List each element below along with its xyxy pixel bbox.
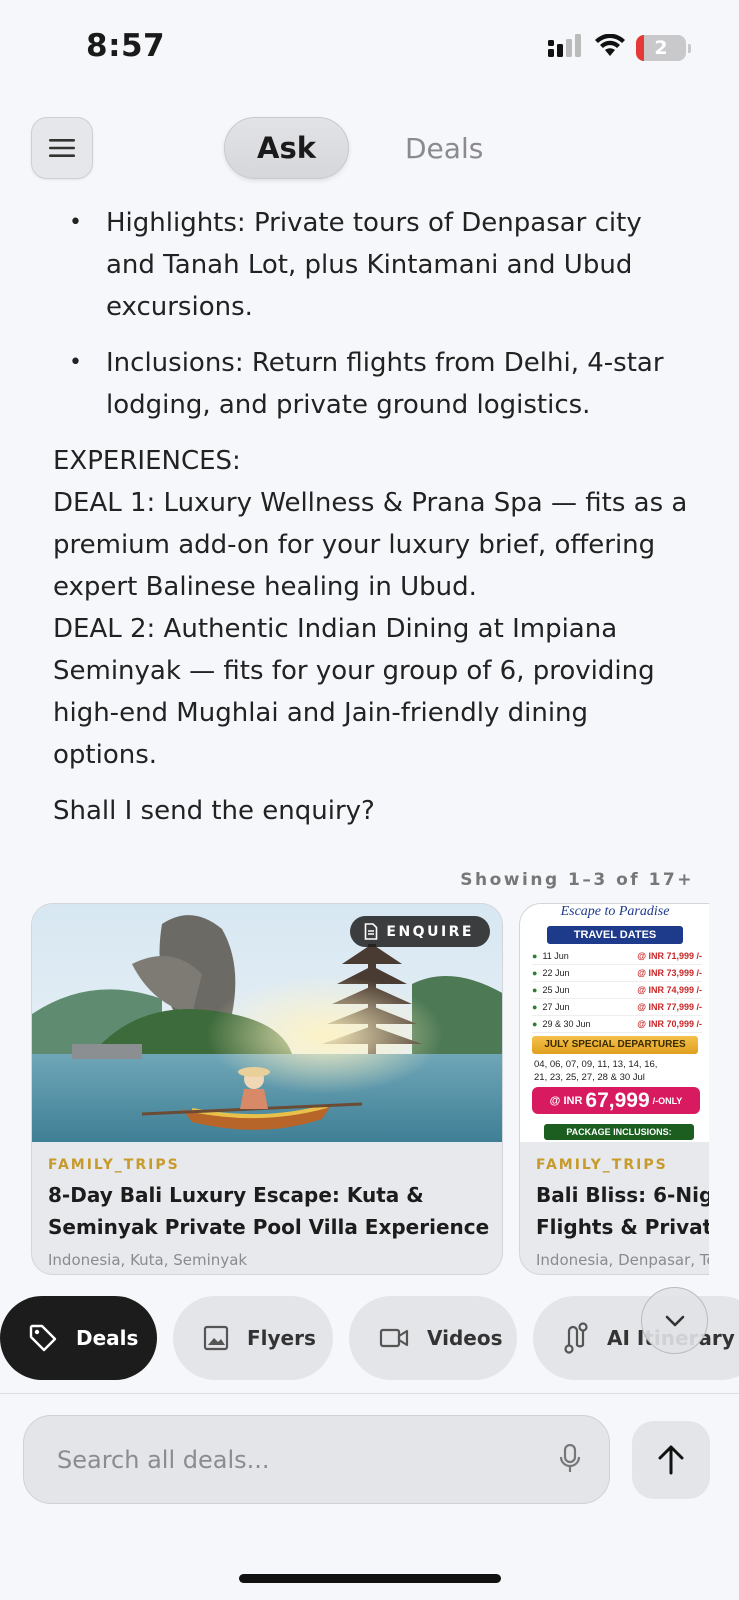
deal-category: FAMILY_TRIPS: [536, 1157, 668, 1173]
microphone-icon[interactable]: [559, 1443, 581, 1478]
flyer-price: @ INR 74,999 /-: [637, 985, 702, 995]
scroll-down-button[interactable]: [641, 1287, 708, 1354]
flyer-date-row: 11 Jun @ INR 71,999 /-: [532, 948, 702, 965]
bullet-inclusions: Inclusions: Return flights from Delhi, 4…: [53, 342, 693, 426]
flyer-date: 27 Jun: [532, 1002, 569, 1012]
flyer-date: 25 Jun: [532, 985, 569, 995]
flyer-date-row: 27 Jun @ INR 77,999 /-: [532, 999, 702, 1016]
enquire-label: ENQUIRE: [386, 923, 474, 940]
tab-deals[interactable]: Deals: [405, 132, 483, 165]
flyer-price: @ INR 71,999 /-: [637, 951, 702, 961]
chevron-down-icon: [665, 1315, 684, 1326]
assistant-message: Highlights: Private tours of Denpasar ci…: [53, 150, 693, 846]
flyer-july-dates-line-1: 04, 06, 07, 09, 11, 13, 14, 16,: [534, 1059, 658, 1070]
flyer-date: 11 Jun: [532, 951, 568, 961]
send-button[interactable]: [632, 1421, 710, 1499]
deal-card-body: FAMILY_TRIPS Bali Bliss: 6-Nigh Flights …: [536, 1157, 709, 1269]
flyer-price: @ INR 70,999 /-: [637, 1019, 702, 1029]
video-icon: [379, 1328, 409, 1348]
experience-deal-2: DEAL 2: Authentic Indian Dining at Impia…: [53, 614, 655, 770]
chip-flyers[interactable]: Flyers: [173, 1296, 333, 1380]
flyer-price-suffix: /-ONLY: [652, 1095, 683, 1106]
deal-title: 8-Day Bali Luxury Escape: Kuta & Seminya…: [48, 1179, 492, 1243]
enquiry-question: Shall I send the enquiry?: [53, 796, 375, 826]
image-icon: [203, 1325, 229, 1351]
flyer-date-row: 25 Jun @ INR 74,999 /-: [532, 982, 702, 999]
deal-title: Bali Bliss: 6-Nigh Flights & Private: [536, 1179, 709, 1243]
flyer-date-list: 11 Jun @ INR 71,999 /- 22 Jun @ INR 73,999…: [532, 948, 702, 1033]
flyer-date: 22 Jun: [532, 968, 569, 978]
deal-category: FAMILY_TRIPS: [48, 1157, 180, 1173]
flyer-price-amount: 67,999: [585, 1088, 650, 1112]
flyer-july-dates: 04, 06, 07, 09, 11, 13, 14, 16, 21, 23, …: [534, 1058, 702, 1084]
experience-deal-1: DEAL 1: Luxury Wellness & Prana Spa — fi…: [53, 488, 688, 602]
tab-ask[interactable]: Ask: [224, 117, 349, 179]
header-tabs: Ask Deals: [224, 117, 483, 179]
deal-card-flyer: Escape to Paradise TRAVEL DATES 11 Jun @ …: [520, 904, 709, 1142]
flyer-july-dates-line-2: 21, 23, 25, 27, 28 & 30 Jul: [534, 1072, 645, 1083]
home-indicator: [239, 1574, 501, 1583]
arrow-up-icon: [658, 1445, 684, 1475]
experiences-block: EXPERIENCES: DEAL 1: Luxury Wellness & P…: [53, 440, 693, 776]
status-icons: 2: [548, 33, 691, 62]
battery-level-fill: [636, 35, 644, 61]
chip-videos[interactable]: Videos: [349, 1296, 517, 1380]
status-time: 8:57: [86, 28, 166, 64]
deal-title-line-2: Seminyak Private Pool Villa Experience: [48, 1215, 490, 1239]
deal-location: Indonesia, Kuta, Seminyak: [48, 1251, 248, 1269]
flyer-price: @ INR 73,999 /-: [637, 968, 702, 978]
experiences-heading: EXPERIENCES:: [53, 446, 241, 476]
battery-icon: 2: [636, 35, 686, 61]
cellular-signal-icon: [548, 34, 584, 62]
hamburger-icon: [49, 139, 75, 157]
status-bar: 8:57 2: [0, 0, 739, 100]
document-icon: [365, 923, 378, 940]
chip-deals[interactable]: Deals: [0, 1296, 157, 1380]
deal-location: Indonesia, Denpasar, Te: [536, 1251, 709, 1269]
flyer-inclusions-label: PACKAGE INCLUSIONS:: [544, 1124, 694, 1140]
bullet-highlights: Highlights: Private tours of Denpasar ci…: [53, 202, 693, 328]
flyer-july-label: JULY SPECIAL DEPARTURES: [532, 1036, 698, 1054]
results-count: Showing 1–3 of 17+: [460, 870, 694, 890]
menu-button[interactable]: [31, 117, 93, 179]
deal-card-body: FAMILY_TRIPS 8-Day Bali Luxury Escape: K…: [48, 1157, 492, 1269]
chip-ai-itinerary[interactable]: AI Itinerary: [533, 1296, 739, 1380]
wifi-icon: [594, 33, 626, 62]
flyer-date-row: 29 & 30 Jun @ INR 70,999 /-: [532, 1016, 702, 1033]
route-icon: [564, 1322, 588, 1354]
flyer-date-row: 22 Jun @ INR 73,999 /-: [532, 965, 702, 982]
flyer-price-prefix: @ INR: [549, 1094, 583, 1107]
deal-title-line-2: Flights & Private: [536, 1215, 709, 1239]
deal-title-line-1: Bali Bliss: 6-Nigh: [536, 1183, 709, 1207]
deal-bullets: Highlights: Private tours of Denpasar ci…: [53, 202, 693, 426]
tag-icon: [29, 1324, 57, 1352]
deal-title-line-1: 8-Day Bali Luxury Escape: Kuta &: [48, 1183, 424, 1207]
flyer-price-banner: @ INR 67,999 /-ONLY: [532, 1087, 700, 1114]
deal-card[interactable]: Escape to Paradise TRAVEL DATES 11 Jun @ …: [519, 903, 709, 1275]
divider: [0, 1393, 739, 1394]
search-input[interactable]: [57, 1445, 517, 1474]
deal-card[interactable]: ENQUIRE FAMILY_TRIPS 8-Day Bali Luxury E…: [31, 903, 503, 1275]
flyer-heading: Escape to Paradise: [560, 904, 670, 919]
flyer-travel-dates-label: TRAVEL DATES: [547, 926, 683, 944]
battery-nub: [688, 43, 691, 53]
enquire-button[interactable]: ENQUIRE: [350, 916, 490, 947]
chip-label: Videos: [427, 1326, 503, 1350]
filter-chips: Deals Flyers Videos AI Itinerary: [0, 1296, 739, 1380]
chip-label: Flyers: [247, 1326, 316, 1350]
flyer-date: 29 & 30 Jun: [532, 1019, 590, 1029]
flyer-price: @ INR 77,999 /-: [637, 1002, 702, 1012]
search-bar: [23, 1415, 610, 1504]
chip-label: Deals: [76, 1326, 139, 1350]
battery-level: 2: [654, 37, 668, 59]
